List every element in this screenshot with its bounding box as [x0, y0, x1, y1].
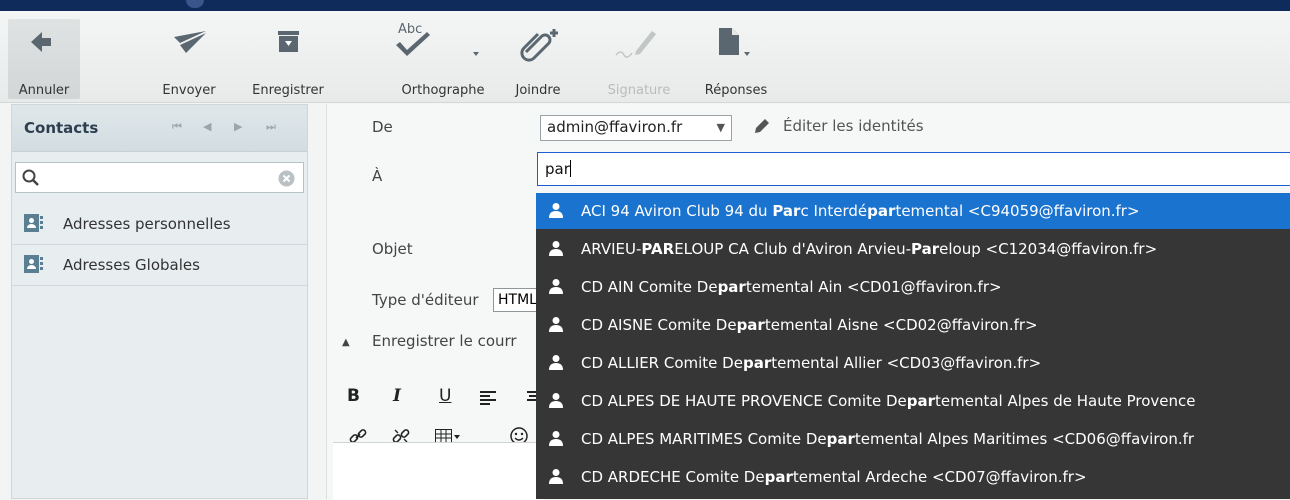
subject-label: Objet — [372, 240, 413, 258]
paperclip-plus-icon — [520, 29, 558, 62]
autocomplete-item[interactable]: ACI 94 Aviron Club 94 du Parc Interdépar… — [536, 193, 1290, 229]
search-icon — [22, 169, 39, 186]
to-value: par — [545, 160, 570, 178]
bold-button[interactable]: B — [347, 386, 360, 406]
user-icon — [549, 393, 563, 408]
contacts-title: Contacts — [24, 119, 99, 137]
user-icon — [549, 469, 563, 484]
italic-button[interactable]: I — [393, 386, 401, 406]
autocomplete-item[interactable]: CD ALPES DE HAUTE PROVENCE Comite Depart… — [536, 383, 1290, 419]
user-icon — [549, 279, 563, 294]
autocomplete-item-label: CD ARDECHE Comite Departemental Ardeche … — [581, 468, 1087, 486]
to-label: À — [372, 167, 383, 185]
autocomplete-item-label: ARVIEU-PARELOUP CA Club d'Aviron Arvieu-… — [581, 240, 1158, 258]
autocomplete-item[interactable]: CD AISNE Comite Departemental Aisne <CD0… — [536, 307, 1290, 343]
sidebar-item-label: Adresses Globales — [63, 256, 200, 274]
collapse-options-icon[interactable]: ▲ — [342, 337, 350, 348]
address-book-icon — [24, 255, 43, 273]
align-left-icon[interactable] — [480, 391, 496, 405]
responses-button[interactable]: Réponses — [696, 19, 776, 99]
save-sent-label: Enregistrer le courr — [372, 332, 517, 350]
autocomplete-item-label: ACI 94 Aviron Club 94 du Parc Interdépar… — [581, 202, 1140, 220]
pencil-icon — [755, 119, 769, 133]
user-icon — [549, 355, 563, 370]
autocomplete-item-label: CD ALPES MARITIMES Comite Departemental … — [581, 430, 1195, 448]
message-body-editor[interactable] — [333, 442, 543, 500]
autocomplete-item[interactable]: CD ALPES MARITIMES Comite Departemental … — [536, 421, 1290, 457]
user-icon — [549, 203, 563, 218]
logo-fragment — [186, 0, 204, 8]
paper-plane-icon — [174, 31, 206, 53]
autocomplete-item-label: CD AISNE Comite Departemental Aisne <CD0… — [581, 316, 1038, 334]
clear-search-icon[interactable] — [278, 170, 295, 187]
address-book-icon — [24, 214, 43, 232]
signature-button[interactable]: Signature — [600, 19, 678, 99]
user-icon — [549, 317, 563, 332]
contacts-sidebar: Contacts ⏮ ◀ ▶ ⏭ Adresses personnelles A… — [11, 104, 308, 499]
autocomplete-item[interactable]: CD ALLIER Comite Departemental Allier <C… — [536, 345, 1290, 381]
editor-type-label: Type d'éditeur — [372, 291, 479, 309]
sidebar-item-label: Adresses personnelles — [63, 215, 231, 233]
compose-toolbar: Annuler Envoyer Enregistrer Abc Orthogra… — [0, 11, 1290, 103]
edit-identities-link[interactable]: Éditer les identités — [783, 117, 924, 135]
document-icon — [719, 28, 750, 56]
signature-label: Signature — [607, 83, 671, 98]
first-page-icon[interactable]: ⏮ — [172, 120, 182, 134]
attach-button[interactable]: Joindre — [510, 19, 566, 99]
svg-text:Abc: Abc — [398, 22, 422, 37]
contacts-search-input[interactable] — [15, 162, 304, 193]
attach-label: Joindre — [515, 83, 561, 98]
sidebar-item-global-addresses[interactable]: Adresses Globales — [12, 245, 307, 286]
send-button[interactable]: Envoyer — [150, 19, 228, 99]
autocomplete-item-label: CD ALPES DE HAUTE PROVENCE Comite Depart… — [581, 392, 1196, 410]
spellcheck-label: Orthographe — [401, 83, 485, 98]
from-identity-select[interactable]: admin@ffaviron.fr ▼ — [540, 115, 732, 141]
spellcheck-button[interactable]: Abc Orthographe — [383, 19, 503, 99]
contacts-header: Contacts ⏮ ◀ ▶ ⏭ — [12, 105, 307, 152]
editor-type-value: HTML — [498, 292, 537, 308]
cancel-label: Annuler — [18, 83, 70, 98]
cancel-button[interactable]: Annuler — [8, 19, 80, 99]
user-icon — [549, 431, 563, 446]
pen-signature-icon — [615, 31, 656, 58]
autocomplete-item-label: CD AIN Comite Departemental Ain <CD01@ff… — [581, 278, 1002, 296]
save-button[interactable]: Enregistrer — [240, 19, 336, 99]
top-header-bar — [0, 0, 1290, 11]
from-value: admin@ffaviron.fr — [547, 118, 683, 136]
send-label: Envoyer — [162, 83, 216, 98]
responses-label: Réponses — [704, 83, 768, 98]
from-label: De — [372, 118, 393, 136]
back-arrow-icon — [31, 32, 51, 52]
text-caret — [569, 160, 571, 177]
recipient-autocomplete-list: ACI 94 Aviron Club 94 du Parc Interdépar… — [536, 193, 1290, 499]
chevron-down-icon: ▼ — [716, 121, 725, 134]
autocomplete-item[interactable]: CD ARDECHE Comite Departemental Ardeche … — [536, 459, 1290, 495]
editor-type-select[interactable]: HTML — [493, 288, 539, 312]
spellcheck-icon: Abc — [396, 22, 479, 56]
user-icon — [549, 241, 563, 256]
prev-page-icon[interactable]: ◀ — [203, 120, 211, 133]
next-page-icon[interactable]: ▶ — [234, 120, 242, 133]
autocomplete-item-label: CD ALLIER Comite Departemental Allier <C… — [581, 354, 1042, 372]
autocomplete-item[interactable]: ARVIEU-PARELOUP CA Club d'Aviron Arvieu-… — [536, 231, 1290, 267]
autocomplete-item[interactable]: CD AIN Comite Departemental Ain <CD01@ff… — [536, 269, 1290, 305]
to-recipient-input[interactable]: par — [537, 152, 1290, 186]
save-label: Enregistrer — [252, 83, 324, 98]
underline-button[interactable]: U — [439, 386, 451, 406]
last-page-icon[interactable]: ⏭ — [266, 120, 276, 134]
sidebar-item-personal-addresses[interactable]: Adresses personnelles — [12, 204, 307, 245]
archive-save-icon — [278, 31, 299, 52]
